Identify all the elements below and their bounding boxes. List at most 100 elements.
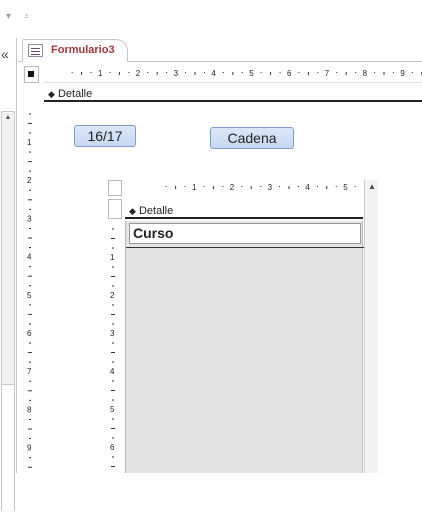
ruler-number: 3	[174, 69, 179, 78]
ruler-tick	[112, 228, 114, 230]
collapse-section-icon: ◆	[129, 206, 136, 216]
ruler-tick	[165, 186, 167, 187]
ruler-number: 6	[110, 443, 115, 452]
ruler-tick	[111, 238, 115, 239]
nav-scroll-thumb[interactable]	[2, 384, 14, 512]
ruler-tick	[111, 428, 115, 429]
ruler-number: 6	[27, 329, 32, 338]
subform-horizontal-ruler[interactable]: 123456	[124, 180, 364, 196]
ruler-tick	[336, 72, 338, 73]
ruler-number: 3	[110, 329, 115, 338]
document-tab-strip: Formulario3	[18, 38, 422, 63]
ruler-tick	[29, 170, 31, 172]
ruler-tick	[345, 72, 347, 75]
ruler-tick	[128, 72, 130, 73]
ruler-number: 8	[27, 405, 32, 414]
subform-section-selector[interactable]	[108, 199, 122, 219]
ruler-tick	[279, 186, 281, 187]
ruler-number: 8	[363, 69, 368, 78]
ruler-number: 1	[27, 138, 32, 147]
ruler-tick	[112, 361, 114, 363]
ruler-tick	[111, 352, 115, 353]
ruler-tick	[28, 275, 32, 277]
ruler-tick	[111, 314, 115, 315]
ruler-tick	[28, 161, 32, 163]
ruler-tick	[71, 72, 73, 73]
ruler-tick	[29, 151, 31, 153]
ruler-tick	[307, 72, 309, 75]
year-button[interactable]: 16/17	[74, 125, 136, 147]
section-header-label: ◆ Detalle	[48, 88, 92, 100]
ruler-tick	[175, 186, 177, 189]
arrow-up-icon[interactable]: ▲	[366, 181, 378, 193]
ruler-tick	[326, 186, 328, 189]
ruler-tick	[241, 186, 243, 187]
ruler-number: 4	[110, 367, 115, 376]
ruler-tick	[232, 72, 234, 75]
tab-formulario3[interactable]: Formulario3	[22, 39, 128, 63]
ruler-tick	[212, 186, 214, 189]
ruler-tick	[29, 361, 31, 363]
ruler-tick	[112, 304, 114, 306]
ruler-number: 1	[110, 253, 115, 262]
ruler-tick	[28, 390, 32, 392]
subform-section-label: Detalle	[138, 205, 174, 217]
subform-section-header-label: ◆ Detalle	[129, 205, 173, 217]
ruler-tick	[112, 418, 114, 420]
form-design-surface: 12345678910 123456789 ◆ Detalle 16/17 Ca…	[18, 62, 422, 473]
ruler-tick	[260, 72, 262, 73]
ruler-tick	[112, 342, 114, 344]
ruler-tick	[298, 72, 300, 73]
ruler-tick	[81, 72, 83, 75]
ruler-number: 6	[287, 69, 292, 78]
ruler-tick	[156, 72, 158, 75]
ruler-tick	[90, 72, 92, 73]
ruler-tick	[354, 186, 356, 187]
ruler-number: 5	[27, 291, 32, 300]
ruler-tick	[184, 186, 186, 187]
cadena-button[interactable]: Cadena	[210, 127, 294, 149]
ruler-tick	[29, 323, 31, 325]
ruler-number: 7	[325, 69, 330, 78]
subform-control[interactable]: 1 2 3 4 5 6 1 2 3 4 5 6 ◆ Detalle Curso ▲	[108, 180, 383, 473]
subform-vertical-ruler[interactable]: 1 2 3 4 5 6	[108, 220, 122, 473]
detail-section-header[interactable]: ◆ Detalle	[44, 86, 422, 102]
ruler-tick	[29, 113, 31, 115]
horizontal-ruler[interactable]: 12345678910	[44, 66, 422, 83]
subform-scrollbar[interactable]: ▲	[364, 180, 378, 473]
section-label: Detalle	[57, 88, 93, 100]
vertical-ruler[interactable]: 1 2 3 4 5 6 7 8 9	[24, 84, 39, 473]
ruler-tick	[29, 266, 31, 268]
ruler-tick	[222, 72, 224, 73]
ruler-tick	[29, 304, 31, 306]
ruler-tick	[270, 72, 272, 75]
ruler-number: 4	[211, 69, 216, 78]
ruler-tick	[28, 237, 32, 239]
form-selector[interactable]	[24, 66, 39, 83]
ruler-tick	[147, 72, 149, 73]
ruler-tick	[111, 390, 115, 391]
ruler-tick	[28, 122, 32, 124]
ruler-number: 7	[27, 367, 32, 376]
nav-scrollbar[interactable]: ▲	[1, 111, 15, 512]
tab-label: Formulario3	[51, 44, 115, 56]
ruler-tick	[112, 456, 114, 458]
ruler-tick	[112, 380, 114, 382]
collapse-section-icon: ◆	[48, 89, 55, 99]
ruler-tick	[29, 438, 31, 440]
arrow-up-icon[interactable]: ▲	[3, 113, 13, 123]
quick-access-toolbar: ▾ ⩡	[0, 0, 422, 38]
subform-detail-body: Curso	[125, 221, 364, 473]
ruler-number: 5	[110, 405, 115, 414]
ruler-number: 1	[98, 69, 103, 78]
subform-detail-header[interactable]: ◆ Detalle	[125, 203, 363, 219]
ruler-tick	[112, 399, 114, 401]
double-chevron-left-icon[interactable]: «	[1, 46, 9, 62]
ruler-number: 3	[27, 214, 32, 223]
ruler-tick	[112, 266, 114, 268]
curso-field[interactable]: Curso	[129, 223, 361, 244]
ruler-tick	[29, 247, 31, 249]
customize-icon[interactable]: ⩡	[24, 11, 29, 22]
chevron-down-icon[interactable]: ▾	[6, 11, 11, 22]
subform-selector[interactable]	[108, 180, 122, 196]
